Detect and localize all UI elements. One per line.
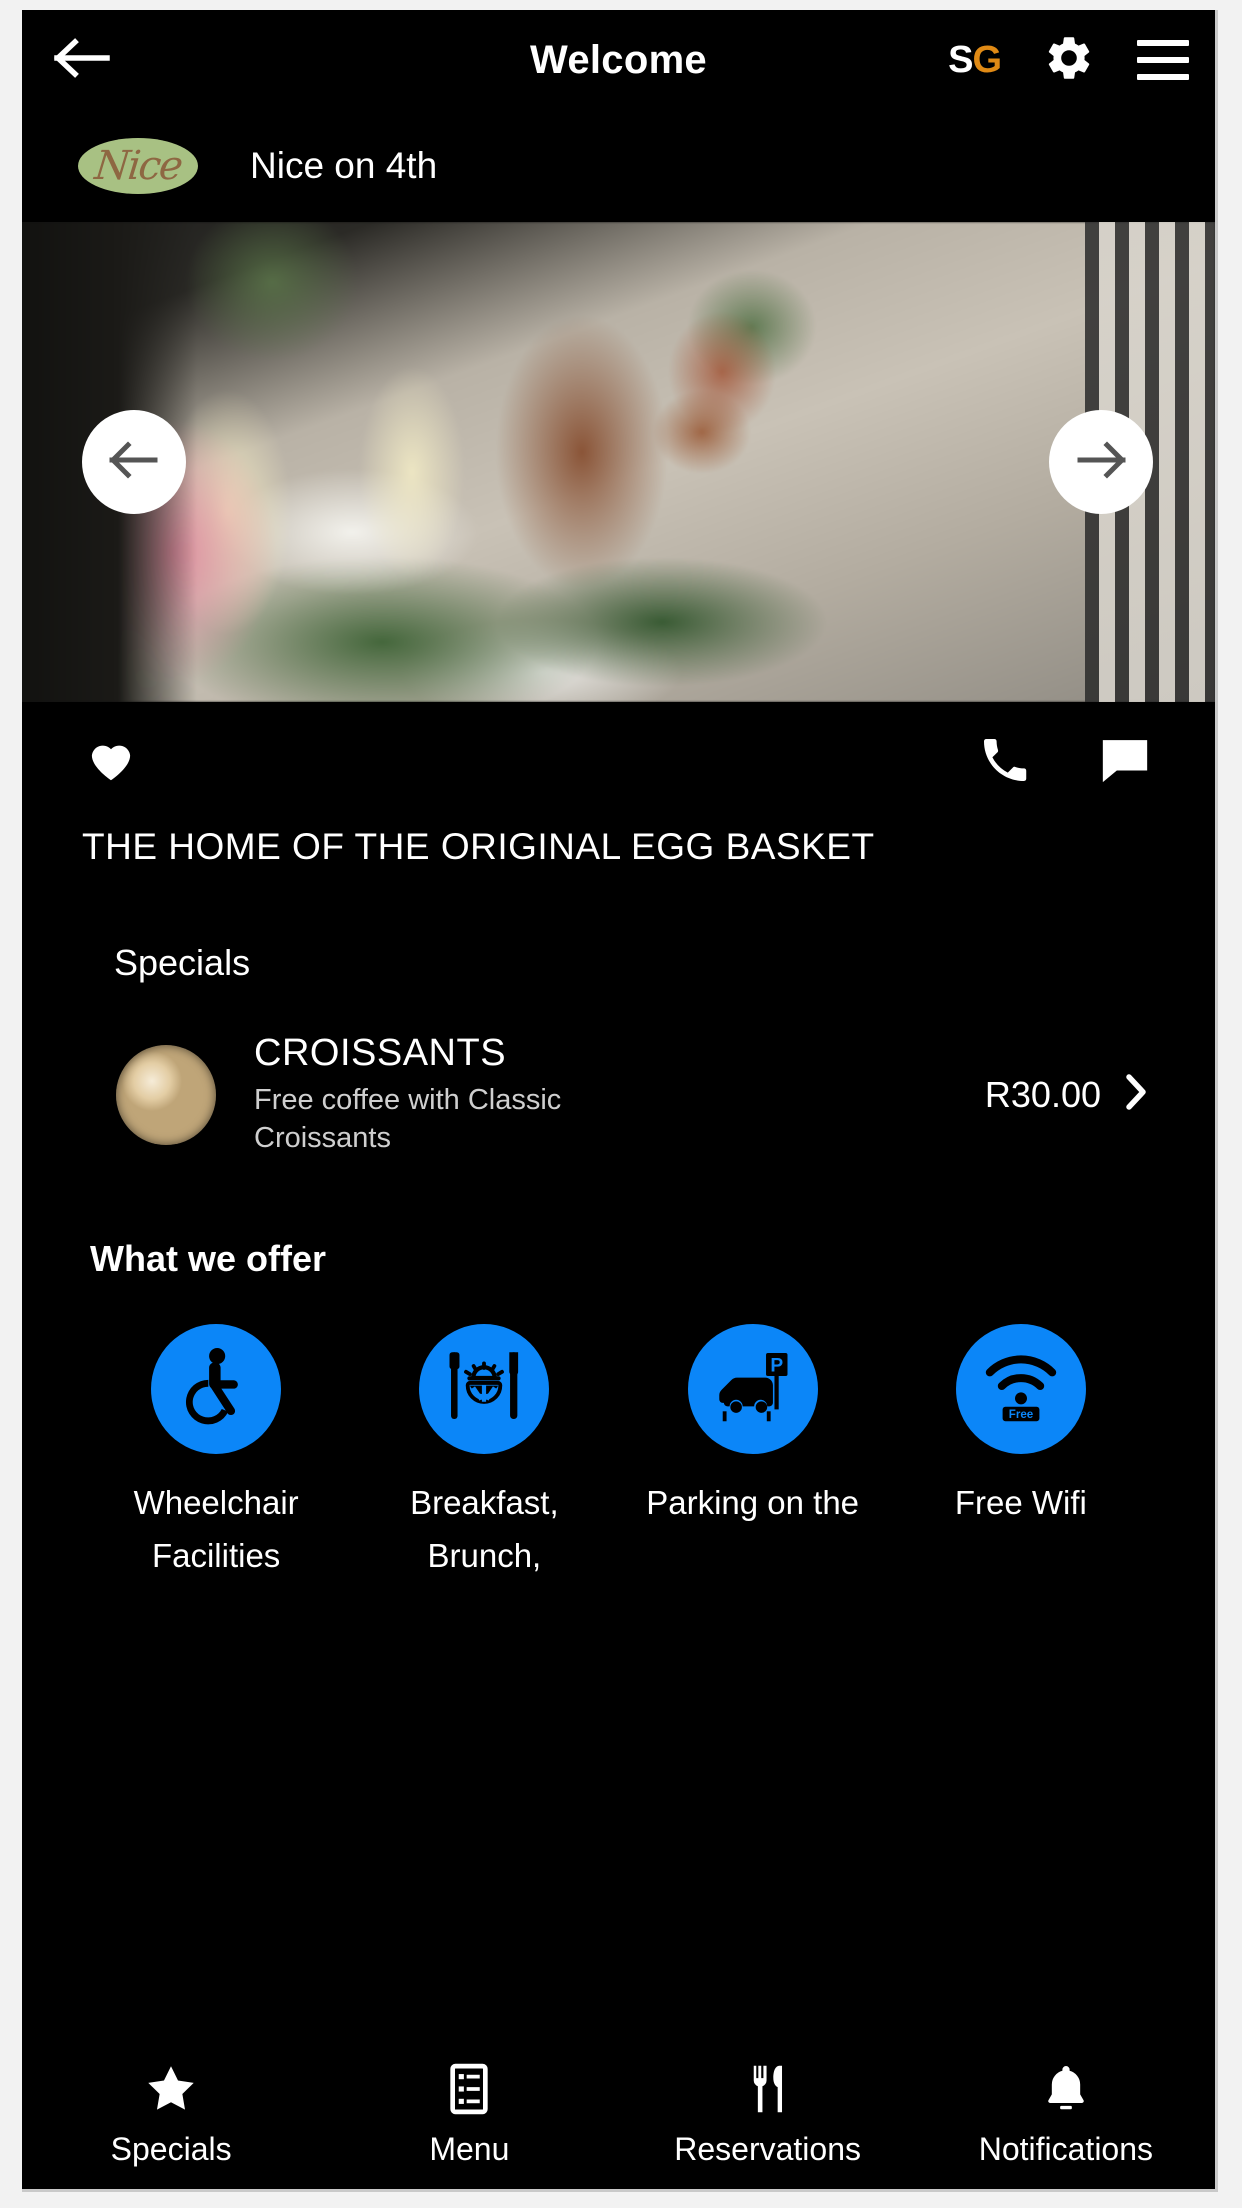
wheelchair-icon [170,1340,262,1437]
offer-icon-circle: P [687,1323,818,1454]
offer-item-wifi[interactable]: Free Free Wifi [887,1323,1155,1583]
specials-heading: Specials [114,942,251,983]
offer-item-parking[interactable]: P Parking on the [619,1323,887,1583]
hero-carousel[interactable] [22,222,1215,702]
breakfast-icon [438,1340,530,1437]
chat-bubble-icon [1095,739,1155,792]
venue-logo-text: Nice [92,143,184,189]
nav-label: Reservations [674,2130,861,2167]
offer-icon-circle: Free [955,1323,1086,1454]
nav-label: Specials [110,2130,232,2167]
offer-label: Free Wifi [954,1483,1087,1521]
parking-icon: P [707,1340,799,1437]
offer-label: Parking on the [646,1483,860,1521]
offer-icon-circle [151,1323,282,1454]
venue-name: Nice on 4th [250,145,438,186]
hamburger-line-3 [1137,74,1189,80]
phone-icon [977,738,1033,792]
chevron-right-icon [1123,1072,1149,1117]
sg-brand-logo[interactable]: SG [948,39,1002,81]
phone-button[interactable] [977,732,1033,793]
header-actions: SG [948,32,1189,89]
venue-tagline: THE HOME OF THE ORIGINAL EGG BASKET [82,826,875,867]
special-price-wrap: R30.00 [985,1072,1149,1117]
nav-item-notifications[interactable]: Notifications [917,2038,1215,2189]
special-title: CROISSANTS [254,1032,507,1074]
list-icon [441,2060,497,2123]
bell-icon [1039,2060,1093,2123]
arrow-right-icon [1074,440,1128,485]
wifi-free-badge-text: Free [1009,1408,1034,1421]
special-description: Free coffee with Classic Croissants [254,1084,562,1155]
star-icon [142,2060,200,2123]
offer-item-breakfast[interactable]: Breakfast, Brunch, [350,1323,618,1583]
chat-button[interactable] [1095,732,1155,793]
favorite-button[interactable] [82,733,140,792]
special-thumbnail [116,1044,216,1145]
action-icon-row [22,702,1215,822]
nav-item-specials[interactable]: Specials [22,2038,320,2189]
heart-icon [82,745,140,791]
settings-button[interactable] [1043,32,1095,89]
nav-item-reservations[interactable]: Reservations [619,2038,917,2189]
venue-logo: Nice [78,138,198,194]
offer-icon-circle [419,1323,550,1454]
bottom-navigation: Specials Menu Reservations Notifications [22,2037,1215,2189]
offers-section: What we offer Wheelchair Facilities Brea… [22,1238,1215,1583]
sg-letter-s: S [948,39,973,81]
gear-icon [1043,32,1095,89]
offers-heading: What we offer [90,1237,327,1279]
nav-item-menu[interactable]: Menu [320,2038,618,2189]
hero-image [22,222,1215,702]
svg-text:P: P [770,1355,783,1376]
special-text-block: CROISSANTS Free coffee with Classic Croi… [254,1032,985,1158]
arrow-left-icon [107,440,161,485]
nav-label: Notifications [978,2130,1154,2167]
hamburger-line-1 [1137,40,1189,46]
specials-section: Specials CROISSANTS Free coffee with Cla… [22,942,1215,1158]
sg-letter-g: G [972,39,1002,81]
carousel-next-button[interactable] [1049,410,1153,514]
offer-label: Wheelchair Facilities [133,1483,299,1574]
venue-row[interactable]: Nice Nice on 4th [22,110,1215,222]
carousel-prev-button[interactable] [82,410,186,514]
offers-grid: Wheelchair Facilities Breakfast, Brunch,… [82,1323,1155,1583]
wifi-icon: Free [973,1338,1069,1439]
special-price: R30.00 [984,1073,1101,1115]
special-list-item[interactable]: CROISSANTS Free coffee with Classic Croi… [82,1032,1155,1158]
app-frame: Welcome SG Nice Nice on 4th THE HOME OF … [22,10,1218,2192]
restaurant-icon [739,2060,797,2123]
app-header: Welcome SG [22,10,1215,110]
offer-label: Breakfast, Brunch, [410,1483,559,1574]
offer-item-wheelchair[interactable]: Wheelchair Facilities [82,1323,350,1583]
hamburger-line-2 [1137,57,1189,63]
hamburger-menu-icon[interactable] [1137,40,1189,80]
nav-label: Menu [429,2130,510,2167]
